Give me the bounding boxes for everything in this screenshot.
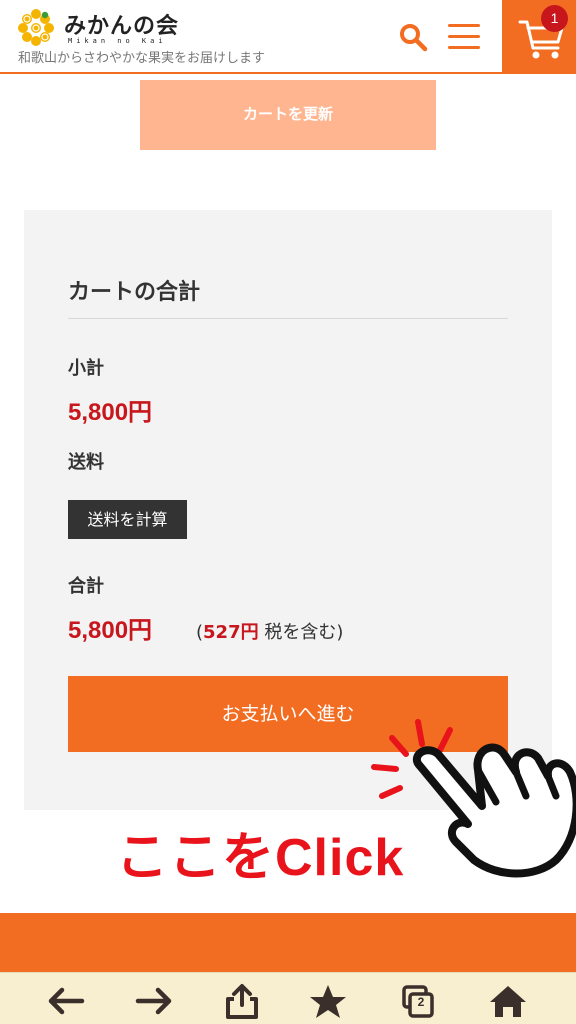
subtotal-value: 5,800円 — [68, 399, 153, 426]
tax-open-paren: ( — [196, 622, 204, 643]
shipping-label: 送料 — [68, 452, 104, 473]
share-icon[interactable] — [220, 983, 264, 1019]
browser-toolbar: 2 — [0, 972, 576, 1024]
site-logo-text[interactable]: みかんの会 — [64, 8, 179, 40]
update-cart-button[interactable]: カートを更新 — [140, 80, 436, 150]
tax-amount: 527円 — [203, 622, 259, 643]
site-tagline: 和歌山からさわやかな果実をお届けします — [18, 51, 266, 66]
site-footer — [0, 913, 576, 972]
back-arrow-icon[interactable] — [44, 983, 88, 1019]
home-icon[interactable] — [486, 983, 530, 1019]
site-logo-subtitle: Mikan no Kai — [68, 37, 167, 45]
tax-suffix: 税を含む) — [258, 622, 344, 643]
bookmark-star-icon[interactable] — [306, 983, 350, 1019]
forward-arrow-icon[interactable] — [132, 983, 176, 1019]
tab-count: 2 — [417, 995, 425, 1009]
total-value: 5,800円 — [68, 617, 153, 644]
tax-note: (527円 税を含む) — [196, 618, 343, 644]
click-here-annotation: ここをClick — [116, 829, 405, 887]
total-label: 合計 — [68, 576, 104, 597]
logo-icon — [18, 9, 54, 46]
pointing-hand-icon — [371, 719, 576, 878]
hamburger-menu-icon[interactable] — [446, 20, 482, 54]
site-header: みかんの会 Mikan no Kai 和歌山からさわやかな果実をお届けします 1 — [0, 0, 576, 74]
subtotal-label: 小計 — [68, 358, 104, 379]
divider — [68, 318, 508, 319]
cart-count-badge: 1 — [541, 5, 568, 32]
tabs-button[interactable]: 2 — [396, 983, 440, 1019]
search-icon[interactable] — [398, 22, 428, 52]
cart-totals-title: カートの合計 — [68, 280, 201, 305]
calculate-shipping-button[interactable]: 送料を計算 — [68, 500, 187, 539]
